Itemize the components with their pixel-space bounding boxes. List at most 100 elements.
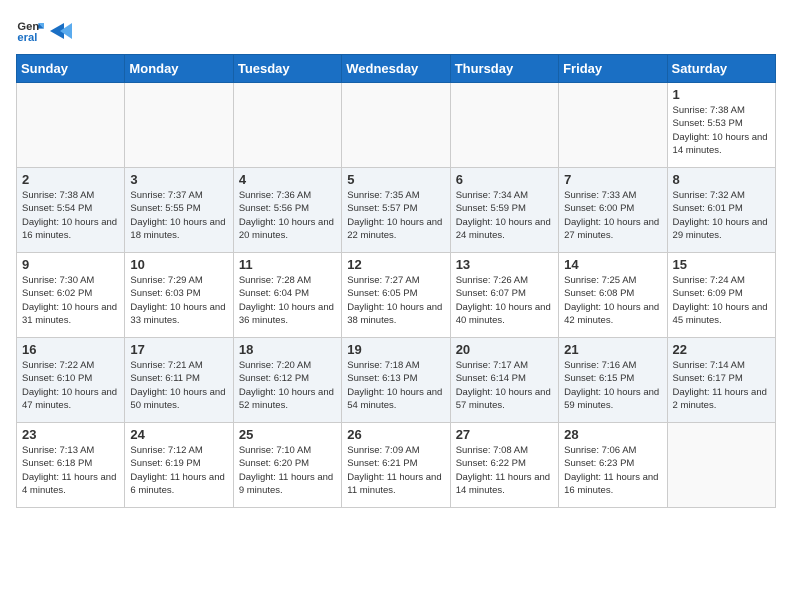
calendar-cell: 3 Sunrise: 7:37 AM Sunset: 5:55 PM Daylig… bbox=[125, 168, 233, 253]
calendar-cell bbox=[233, 83, 341, 168]
page-header: Gen eral bbox=[16, 16, 776, 44]
day-info: Sunrise: 7:38 AM Sunset: 5:54 PM Dayligh… bbox=[22, 189, 119, 242]
calendar-cell: 12 Sunrise: 7:27 AM Sunset: 6:05 PM Dayli… bbox=[342, 253, 450, 338]
calendar-week-4: 16 Sunrise: 7:22 AM Sunset: 6:10 PM Dayli… bbox=[17, 338, 776, 423]
day-number: 8 bbox=[673, 172, 770, 187]
calendar-cell: 4Sunrise: 7:36 AM Sunset: 5:56 PM Daylig… bbox=[233, 168, 341, 253]
day-number: 24 bbox=[130, 427, 227, 442]
col-header-saturday: Saturday bbox=[667, 55, 775, 83]
calendar-cell: 26 Sunrise: 7:09 AM Sunset: 6:21 PM Dayli… bbox=[342, 423, 450, 508]
day-info: Sunrise: 7:33 AM Sunset: 6:00 PM Dayligh… bbox=[564, 189, 661, 242]
calendar-table: SundayMondayTuesdayWednesdayThursdayFrid… bbox=[16, 54, 776, 508]
day-info: Sunrise: 7:12 AM Sunset: 6:19 PM Dayligh… bbox=[130, 444, 227, 497]
col-header-sunday: Sunday bbox=[17, 55, 125, 83]
day-number: 23 bbox=[22, 427, 119, 442]
day-info: Sunrise: 7:26 AM Sunset: 6:07 PM Dayligh… bbox=[456, 274, 553, 327]
day-number: 19 bbox=[347, 342, 444, 357]
day-number: 1 bbox=[673, 87, 770, 102]
day-number: 5 bbox=[347, 172, 444, 187]
day-info: Sunrise: 7:22 AM Sunset: 6:10 PM Dayligh… bbox=[22, 359, 119, 412]
day-info: Sunrise: 7:25 AM Sunset: 6:08 PM Dayligh… bbox=[564, 274, 661, 327]
svg-text:Gen: Gen bbox=[17, 21, 39, 33]
col-header-monday: Monday bbox=[125, 55, 233, 83]
day-number: 11 bbox=[239, 257, 336, 272]
day-number: 16 bbox=[22, 342, 119, 357]
calendar-header-row: SundayMondayTuesdayWednesdayThursdayFrid… bbox=[17, 55, 776, 83]
calendar-cell: 21 Sunrise: 7:16 AM Sunset: 6:15 PM Dayli… bbox=[559, 338, 667, 423]
day-info: Sunrise: 7:21 AM Sunset: 6:11 PM Dayligh… bbox=[130, 359, 227, 412]
day-number: 3 bbox=[130, 172, 227, 187]
day-info: Sunrise: 7:28 AM Sunset: 6:04 PM Dayligh… bbox=[239, 274, 336, 327]
calendar-cell: 9 Sunrise: 7:30 AM Sunset: 6:02 PM Daylig… bbox=[17, 253, 125, 338]
calendar-cell: 13 Sunrise: 7:26 AM Sunset: 6:07 PM Dayli… bbox=[450, 253, 558, 338]
logo-arrow bbox=[50, 23, 72, 39]
calendar-cell: 15Sunrise: 7:24 AM Sunset: 6:09 PM Dayli… bbox=[667, 253, 775, 338]
day-info: Sunrise: 7:08 AM Sunset: 6:22 PM Dayligh… bbox=[456, 444, 553, 497]
day-number: 28 bbox=[564, 427, 661, 442]
calendar-cell bbox=[450, 83, 558, 168]
calendar-cell bbox=[667, 423, 775, 508]
calendar-cell: 20 Sunrise: 7:17 AM Sunset: 6:14 PM Dayli… bbox=[450, 338, 558, 423]
day-number: 14 bbox=[564, 257, 661, 272]
day-number: 27 bbox=[456, 427, 553, 442]
day-info: Sunrise: 7:14 AM Sunset: 6:17 PM Dayligh… bbox=[673, 359, 770, 412]
calendar-cell: 28 Sunrise: 7:06 AM Sunset: 6:23 PM Dayli… bbox=[559, 423, 667, 508]
day-info: Sunrise: 7:27 AM Sunset: 6:05 PM Dayligh… bbox=[347, 274, 444, 327]
calendar-cell: 11 Sunrise: 7:28 AM Sunset: 6:04 PM Dayli… bbox=[233, 253, 341, 338]
calendar-cell: 7 Sunrise: 7:33 AM Sunset: 6:00 PM Daylig… bbox=[559, 168, 667, 253]
day-number: 10 bbox=[130, 257, 227, 272]
col-header-thursday: Thursday bbox=[450, 55, 558, 83]
day-info: Sunrise: 7:37 AM Sunset: 5:55 PM Dayligh… bbox=[130, 189, 227, 242]
calendar-cell: 14 Sunrise: 7:25 AM Sunset: 6:08 PM Dayli… bbox=[559, 253, 667, 338]
calendar-cell bbox=[342, 83, 450, 168]
calendar-cell: 16 Sunrise: 7:22 AM Sunset: 6:10 PM Dayli… bbox=[17, 338, 125, 423]
day-number: 15 bbox=[673, 257, 770, 272]
day-number: 4 bbox=[239, 172, 336, 187]
day-number: 17 bbox=[130, 342, 227, 357]
calendar-week-1: 1 Sunrise: 7:38 AM Sunset: 5:53 PM Daylig… bbox=[17, 83, 776, 168]
day-info: Sunrise: 7:17 AM Sunset: 6:14 PM Dayligh… bbox=[456, 359, 553, 412]
day-info: Sunrise: 7:30 AM Sunset: 6:02 PM Dayligh… bbox=[22, 274, 119, 327]
calendar-week-2: 2 Sunrise: 7:38 AM Sunset: 5:54 PM Daylig… bbox=[17, 168, 776, 253]
calendar-cell: 6Sunrise: 7:34 AM Sunset: 5:59 PM Daylig… bbox=[450, 168, 558, 253]
calendar-cell: 23 Sunrise: 7:13 AM Sunset: 6:18 PM Dayli… bbox=[17, 423, 125, 508]
day-info: Sunrise: 7:13 AM Sunset: 6:18 PM Dayligh… bbox=[22, 444, 119, 497]
calendar-cell: 25 Sunrise: 7:10 AM Sunset: 6:20 PM Dayli… bbox=[233, 423, 341, 508]
day-info: Sunrise: 7:16 AM Sunset: 6:15 PM Dayligh… bbox=[564, 359, 661, 412]
col-header-friday: Friday bbox=[559, 55, 667, 83]
day-number: 2 bbox=[22, 172, 119, 187]
col-header-tuesday: Tuesday bbox=[233, 55, 341, 83]
calendar-cell: 19 Sunrise: 7:18 AM Sunset: 6:13 PM Dayli… bbox=[342, 338, 450, 423]
day-number: 9 bbox=[22, 257, 119, 272]
calendar-cell: 2 Sunrise: 7:38 AM Sunset: 5:54 PM Daylig… bbox=[17, 168, 125, 253]
day-info: Sunrise: 7:38 AM Sunset: 5:53 PM Dayligh… bbox=[673, 104, 770, 157]
day-number: 12 bbox=[347, 257, 444, 272]
svg-text:eral: eral bbox=[17, 32, 37, 44]
calendar-cell: 24 Sunrise: 7:12 AM Sunset: 6:19 PM Dayli… bbox=[125, 423, 233, 508]
day-number: 20 bbox=[456, 342, 553, 357]
day-info: Sunrise: 7:09 AM Sunset: 6:21 PM Dayligh… bbox=[347, 444, 444, 497]
day-info: Sunrise: 7:20 AM Sunset: 6:12 PM Dayligh… bbox=[239, 359, 336, 412]
day-number: 7 bbox=[564, 172, 661, 187]
day-number: 13 bbox=[456, 257, 553, 272]
logo: Gen eral bbox=[16, 16, 72, 44]
logo-icon: Gen eral bbox=[16, 16, 44, 44]
calendar-cell: 10 Sunrise: 7:29 AM Sunset: 6:03 PM Dayli… bbox=[125, 253, 233, 338]
day-info: Sunrise: 7:10 AM Sunset: 6:20 PM Dayligh… bbox=[239, 444, 336, 497]
calendar-cell bbox=[125, 83, 233, 168]
calendar-cell: 17 Sunrise: 7:21 AM Sunset: 6:11 PM Dayli… bbox=[125, 338, 233, 423]
day-number: 22 bbox=[673, 342, 770, 357]
calendar-cell: 5 Sunrise: 7:35 AM Sunset: 5:57 PM Daylig… bbox=[342, 168, 450, 253]
col-header-wednesday: Wednesday bbox=[342, 55, 450, 83]
day-number: 25 bbox=[239, 427, 336, 442]
calendar-cell: 1 Sunrise: 7:38 AM Sunset: 5:53 PM Daylig… bbox=[667, 83, 775, 168]
day-info: Sunrise: 7:35 AM Sunset: 5:57 PM Dayligh… bbox=[347, 189, 444, 242]
day-number: 26 bbox=[347, 427, 444, 442]
calendar-cell bbox=[559, 83, 667, 168]
day-info: Sunrise: 7:29 AM Sunset: 6:03 PM Dayligh… bbox=[130, 274, 227, 327]
day-number: 21 bbox=[564, 342, 661, 357]
day-info: Sunrise: 7:06 AM Sunset: 6:23 PM Dayligh… bbox=[564, 444, 661, 497]
calendar-cell: 22 Sunrise: 7:14 AM Sunset: 6:17 PM Dayli… bbox=[667, 338, 775, 423]
day-info: Sunrise: 7:18 AM Sunset: 6:13 PM Dayligh… bbox=[347, 359, 444, 412]
calendar-week-5: 23 Sunrise: 7:13 AM Sunset: 6:18 PM Dayli… bbox=[17, 423, 776, 508]
